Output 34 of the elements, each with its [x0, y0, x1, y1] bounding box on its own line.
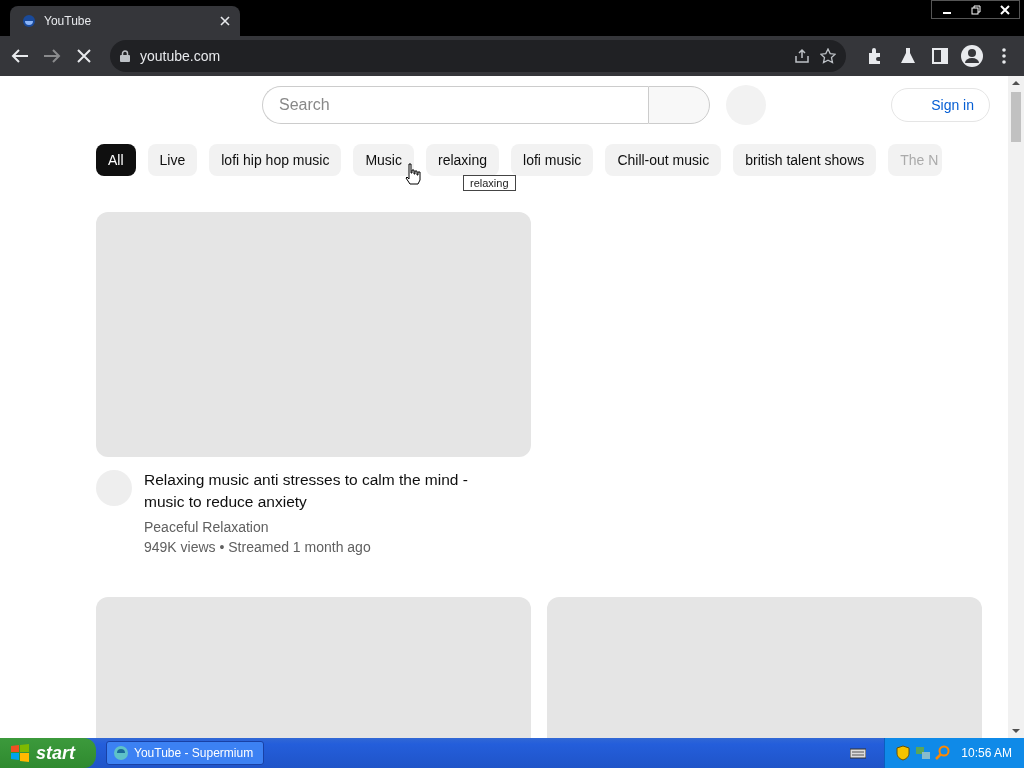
scrollbar-thumb[interactable]	[1011, 92, 1021, 142]
profile-icon[interactable]	[960, 44, 984, 68]
hand-cursor-icon	[404, 163, 422, 185]
windows-logo-icon	[10, 744, 30, 762]
sign-in-button[interactable]: Sign in	[891, 88, 990, 122]
tooltip: relaxing	[463, 175, 516, 191]
keyboard-icon[interactable]	[850, 747, 867, 759]
filter-chip[interactable]: Music	[353, 144, 414, 176]
browser-tab[interactable]: YouTube	[10, 6, 240, 36]
clock: 10:56 AM	[961, 746, 1012, 760]
share-icon[interactable]	[794, 48, 810, 64]
tab-title: YouTube	[44, 14, 93, 28]
thumbnail-placeholder[interactable]	[96, 212, 531, 457]
search-field[interactable]: Search	[262, 86, 648, 124]
lock-icon	[120, 50, 130, 62]
close-icon[interactable]	[220, 16, 230, 26]
video-meta: 949K views • Streamed 1 month ago	[144, 538, 372, 557]
filter-chip[interactable]: lofi hip hop music	[209, 144, 342, 176]
filter-chip[interactable]: lofi music	[511, 144, 594, 176]
star-icon[interactable]	[820, 48, 836, 64]
filter-chip[interactable]: Live	[147, 144, 198, 176]
shield-icon[interactable]	[895, 745, 912, 761]
browser-icon	[113, 745, 129, 761]
filter-chip[interactable]: british talent shows	[733, 144, 877, 176]
globe-icon	[22, 14, 36, 28]
filter-chip[interactable]: relaxing	[426, 144, 499, 176]
filter-chip[interactable]: All	[96, 144, 136, 176]
video-title[interactable]: Relaxing music anti stresses to calm the mind - music to reduce anxiety	[144, 469, 489, 513]
address-text: youtube.com	[140, 48, 222, 64]
filter-chip[interactable]: Chill-out music	[605, 144, 722, 176]
taskbar-button[interactable]: YouTube - Supermium	[106, 741, 264, 765]
channel-name[interactable]: Peaceful Relaxation	[144, 517, 489, 537]
start-button[interactable]: start	[0, 738, 96, 768]
address-bar[interactable]: youtube.com	[110, 40, 846, 72]
